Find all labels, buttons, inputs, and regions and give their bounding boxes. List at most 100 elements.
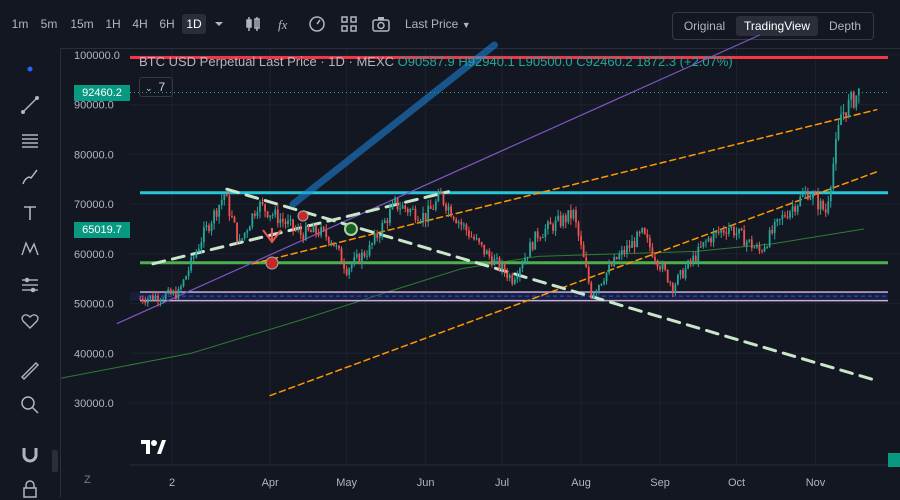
y-tick-label: 40000.0	[74, 348, 114, 360]
timeframe-5m[interactable]: 5m	[36, 14, 62, 34]
candle-body	[373, 233, 376, 244]
zoom-icon[interactable]	[19, 394, 41, 416]
candle-body	[794, 206, 797, 212]
lock-icon[interactable]	[19, 478, 41, 500]
candle-body	[338, 245, 340, 249]
candle-body	[720, 230, 723, 233]
heart-icon[interactable]	[19, 310, 41, 332]
candle-body	[778, 218, 781, 220]
candle-body	[582, 244, 585, 258]
timeframe-1h[interactable]: 1H	[101, 14, 125, 34]
candle-body	[730, 226, 733, 228]
timeframe-4h[interactable]: 4H	[128, 14, 152, 34]
candle-body	[564, 215, 567, 223]
collapse-handle[interactable]	[52, 450, 58, 472]
candle-body	[850, 92, 853, 100]
view-depth-button[interactable]: Depth	[821, 16, 869, 36]
candle-body	[646, 234, 649, 238]
magnet-icon[interactable]	[19, 444, 41, 466]
timeframe-15m[interactable]: 15m	[66, 14, 98, 34]
candle-body	[743, 230, 746, 246]
grid-icon[interactable]	[339, 14, 359, 34]
candle-body	[470, 236, 473, 238]
candle-body	[610, 264, 613, 266]
candle-body	[766, 246, 768, 248]
candle-body	[185, 276, 187, 280]
fib-icon[interactable]	[19, 130, 41, 152]
view-original-button[interactable]: Original	[677, 16, 732, 36]
pattern-icon[interactable]	[19, 238, 41, 260]
view-tradingview-button[interactable]: TradingView	[736, 16, 818, 36]
candle-body	[223, 194, 226, 200]
candle-body	[608, 264, 610, 273]
price-type-select[interactable]: Last Price ▼	[405, 14, 471, 35]
candle-body	[567, 210, 570, 223]
zoom-reset-button[interactable]: Z	[84, 474, 91, 486]
legend-close: C92460.2	[576, 54, 633, 69]
candle-body	[310, 230, 312, 233]
legend-open: O90587.9	[397, 54, 455, 69]
candle-body	[638, 232, 641, 234]
candle-body	[796, 205, 799, 212]
text-icon[interactable]	[19, 202, 41, 224]
candle-body	[205, 225, 208, 228]
candle-body	[363, 252, 366, 257]
candle-body	[195, 251, 198, 258]
candle-body	[756, 245, 758, 248]
legend-high: H92940.1	[458, 54, 515, 69]
y-tick-label: 80000.0	[74, 149, 114, 161]
candle-body	[526, 256, 529, 258]
candle-body	[411, 208, 414, 210]
candle-body	[814, 193, 817, 195]
candle-body	[559, 215, 562, 227]
candle-body	[710, 237, 712, 243]
dot-icon[interactable]	[19, 58, 41, 80]
scroll-to-latest-button[interactable]	[888, 453, 900, 467]
function-icon[interactable]: fx	[275, 14, 295, 34]
candle-body	[152, 295, 154, 300]
candle-body	[761, 250, 763, 252]
candle-body	[633, 241, 636, 248]
candle-body	[549, 221, 552, 225]
candle-body	[496, 257, 498, 259]
candle-body	[401, 205, 404, 209]
candle-body	[503, 263, 506, 273]
candle-body	[768, 229, 771, 247]
candle-body	[539, 237, 542, 239]
candlestick-icon[interactable]	[243, 14, 263, 34]
legend-symbol[interactable]: BTC USD Perpetual Last Price · 1D · MEXC	[139, 54, 394, 69]
brush-icon[interactable]	[19, 166, 41, 188]
candle-body	[442, 193, 445, 205]
indicator-count: 7	[158, 80, 166, 94]
candle-body	[289, 219, 292, 221]
gauge-icon[interactable]	[307, 14, 327, 34]
candle-body	[664, 263, 667, 270]
trendline-icon[interactable]	[19, 94, 41, 116]
candle-body	[256, 211, 259, 216]
forecast-icon[interactable]	[19, 274, 41, 296]
candle-body	[804, 192, 807, 195]
candle-body	[422, 212, 424, 221]
candle-body	[473, 236, 475, 240]
x-tick-label: Sep	[650, 477, 670, 489]
chevron-down-icon[interactable]	[209, 14, 229, 34]
candle-body	[287, 220, 289, 225]
timeframe-1d[interactable]: 1D	[182, 14, 206, 34]
candle-body	[753, 247, 756, 249]
candle-body	[386, 220, 389, 223]
candle-body	[465, 224, 468, 231]
candle-body	[781, 215, 784, 219]
candle-body	[735, 233, 738, 236]
camera-icon[interactable]	[371, 14, 391, 34]
ruler-icon[interactable]	[19, 360, 41, 382]
timeframe-6h[interactable]: 6H	[155, 14, 179, 34]
timeframe-1m[interactable]: 1m	[8, 14, 32, 34]
candle-body	[648, 237, 651, 248]
candle-body	[763, 247, 766, 252]
candle-body	[218, 205, 221, 217]
candle-body	[162, 299, 165, 301]
indicators-toggle[interactable]: ⌄ 7	[139, 77, 173, 97]
candle-body	[180, 286, 182, 290]
candle-body	[251, 213, 254, 227]
candle-body	[654, 256, 656, 261]
